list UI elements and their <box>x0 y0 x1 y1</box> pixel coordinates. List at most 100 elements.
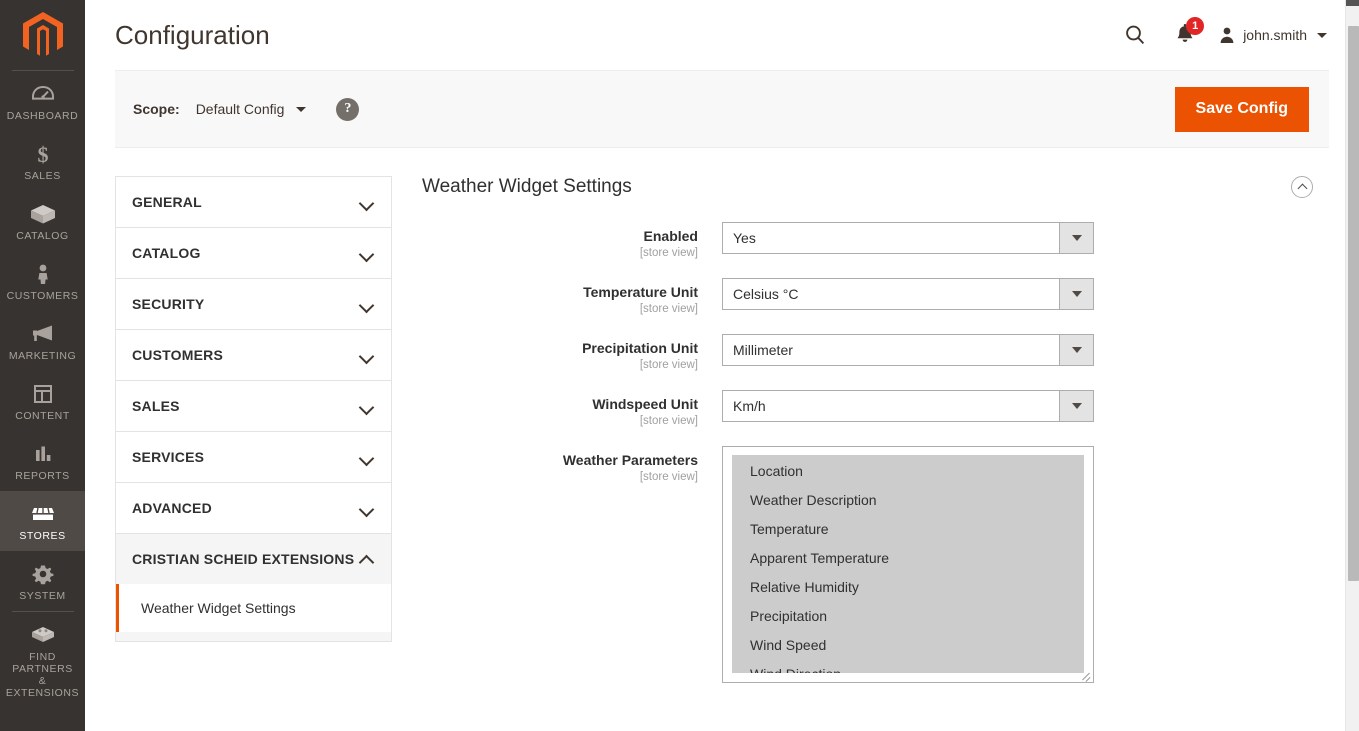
weather-parameters-multiselect[interactable]: Location Weather Description Temperature… <box>722 446 1094 683</box>
config-section-cristian-scheid-extensions: CRISTIAN SCHEID EXTENSIONS Weather Widge… <box>116 534 391 641</box>
sidebar-item-label: DASHBOARD <box>6 110 79 122</box>
box-icon <box>30 205 55 224</box>
config-section-header[interactable]: ADVANCED <box>116 483 391 533</box>
sidebar-item-catalog[interactable]: CATALOG <box>0 191 85 251</box>
chevron-down-icon <box>360 402 373 410</box>
select-value: Millimeter <box>733 342 793 358</box>
field-scope-note: [store view] <box>639 415 698 427</box>
config-section-security: SECURITY <box>116 279 391 330</box>
field-row-precipitation-unit: Precipitation Unit [store view] Millimet… <box>422 334 1329 372</box>
config-nav-item-weather-widget-settings[interactable]: Weather Widget Settings <box>116 584 391 632</box>
notification-count-badge: 1 <box>1186 17 1205 35</box>
page-title: Configuration <box>115 20 270 50</box>
multiselect-options-list[interactable]: Location Weather Description Temperature… <box>732 455 1084 673</box>
chevron-down-icon <box>360 249 373 257</box>
windspeed-unit-select[interactable]: Km/h <box>722 390 1094 422</box>
config-section-header[interactable]: CUSTOMERS <box>116 330 391 380</box>
scope-current-value: Default Config <box>195 101 285 117</box>
chevron-down-icon <box>1059 335 1093 365</box>
storefront-icon <box>31 507 54 520</box>
config-section-title: CATALOG <box>132 245 201 261</box>
chevron-up-icon <box>360 555 373 563</box>
precipitation-unit-select[interactable]: Millimeter <box>722 334 1094 366</box>
field-row-windspeed-unit: Windspeed Unit [store view] Km/h <box>422 390 1329 428</box>
chevron-down-icon <box>1059 223 1093 253</box>
section-header: Weather Widget Settings <box>422 176 1329 198</box>
multiselect-option[interactable]: Relative Humidity <box>732 573 1084 602</box>
multiselect-option[interactable]: Wind Direction <box>732 660 1084 673</box>
enabled-select[interactable]: Yes <box>722 222 1094 254</box>
field-row-temperature-unit: Temperature Unit [store view] Celsius °C <box>422 278 1329 316</box>
magento-logo-icon <box>22 12 63 56</box>
scope-label: Scope: <box>133 101 180 117</box>
config-section-title: GENERAL <box>132 194 202 210</box>
select-value: Yes <box>733 230 756 246</box>
chevron-down-icon <box>360 198 373 206</box>
config-section-title: SERVICES <box>132 449 205 465</box>
config-section-title: CUSTOMERS <box>132 347 223 363</box>
field-control: Millimeter <box>722 334 1329 366</box>
sidebar-item-customers[interactable]: CUSTOMERS <box>0 251 85 311</box>
sidebar-item-sales[interactable]: $ SALES <box>0 131 85 191</box>
save-config-button[interactable]: Save Config <box>1174 86 1309 132</box>
sidebar-item-system[interactable]: SYSTEM <box>0 551 85 611</box>
config-section-header[interactable]: SECURITY <box>116 279 391 329</box>
config-nav-panel: GENERAL CATALOG SECURITY CUSTOMERS SALES… <box>115 176 392 642</box>
field-control: Celsius °C <box>722 278 1329 310</box>
field-label: Temperature Unit <box>583 284 698 300</box>
magento-logo[interactable] <box>0 0 85 70</box>
multiselect-option[interactable]: Location <box>732 457 1084 486</box>
multiselect-option[interactable]: Precipitation <box>732 602 1084 631</box>
scope-area: Scope: Default Config ? <box>133 97 1175 121</box>
field-scope-note: [store view] <box>639 247 698 259</box>
notifications-button[interactable]: 1 <box>1160 15 1210 55</box>
chevron-down-icon <box>1317 32 1327 38</box>
config-section-header[interactable]: SALES <box>116 381 391 431</box>
temperature-unit-select[interactable]: Celsius °C <box>722 278 1094 310</box>
field-label-group: Precipitation Unit [store view] <box>422 334 722 372</box>
sidebar-item-marketing[interactable]: MARKETING <box>0 311 85 371</box>
megaphone-icon <box>32 325 52 341</box>
chevron-down-icon <box>360 351 373 359</box>
sidebar-item-label: REPORTS <box>15 470 70 482</box>
sidebar-item-reports[interactable]: REPORTS <box>0 431 85 491</box>
multiselect-option[interactable]: Temperature <box>732 515 1084 544</box>
chevron-up-circle-icon[interactable] <box>1291 176 1313 198</box>
field-label: Precipitation Unit <box>582 340 698 356</box>
chevron-down-icon <box>1059 279 1093 309</box>
field-control: Yes <box>722 222 1329 254</box>
config-section-header[interactable]: GENERAL <box>116 177 391 227</box>
page-scrollbar[interactable] <box>1345 0 1359 731</box>
field-label: Weather Parameters <box>562 452 698 468</box>
multiselect-option[interactable]: Apparent Temperature <box>732 544 1084 573</box>
config-section-header[interactable]: CATALOG <box>116 228 391 278</box>
scrollbar-top-marker <box>1346 0 1359 6</box>
dashboard-icon <box>31 85 54 100</box>
multiselect-option[interactable]: Weather Description <box>732 486 1084 515</box>
config-section-header[interactable]: CRISTIAN SCHEID EXTENSIONS <box>116 534 391 584</box>
sidebar-item-find-partners-extensions[interactable]: FIND PARTNERS & EXTENSIONS <box>0 612 85 708</box>
configuration-body: GENERAL CATALOG SECURITY CUSTOMERS SALES… <box>85 148 1359 701</box>
config-section-sales: SALES <box>116 381 391 432</box>
chevron-down-icon <box>360 453 373 461</box>
page-actions-bar: Scope: Default Config ? Save Config <box>115 70 1329 148</box>
sidebar-item-label: CONTENT <box>15 410 70 422</box>
multiselect-option[interactable]: Wind Speed <box>732 631 1084 660</box>
user-menu[interactable]: john.smith <box>1210 26 1331 44</box>
scope-switcher[interactable]: Default Config <box>196 101 307 117</box>
bar-chart-icon <box>35 446 50 461</box>
config-section-header[interactable]: SERVICES <box>116 432 391 482</box>
sidebar-item-stores[interactable]: STORES <box>0 491 85 551</box>
field-control: Km/h <box>722 390 1329 422</box>
sidebar-item-content[interactable]: CONTENT <box>0 371 85 431</box>
search-button[interactable] <box>1110 15 1160 55</box>
sidebar-item-label: CUSTOMERS <box>6 290 79 302</box>
config-subsection-list: Weather Widget Settings <box>116 584 391 641</box>
field-label-group: Temperature Unit [store view] <box>422 278 722 316</box>
chevron-down-icon <box>360 300 373 308</box>
help-icon[interactable]: ? <box>336 97 360 121</box>
sidebar-item-dashboard[interactable]: DASHBOARD <box>0 71 85 131</box>
dollar-icon: $ <box>37 142 48 167</box>
scrollbar-thumb[interactable] <box>1348 26 1359 581</box>
select-value: Km/h <box>733 398 766 414</box>
